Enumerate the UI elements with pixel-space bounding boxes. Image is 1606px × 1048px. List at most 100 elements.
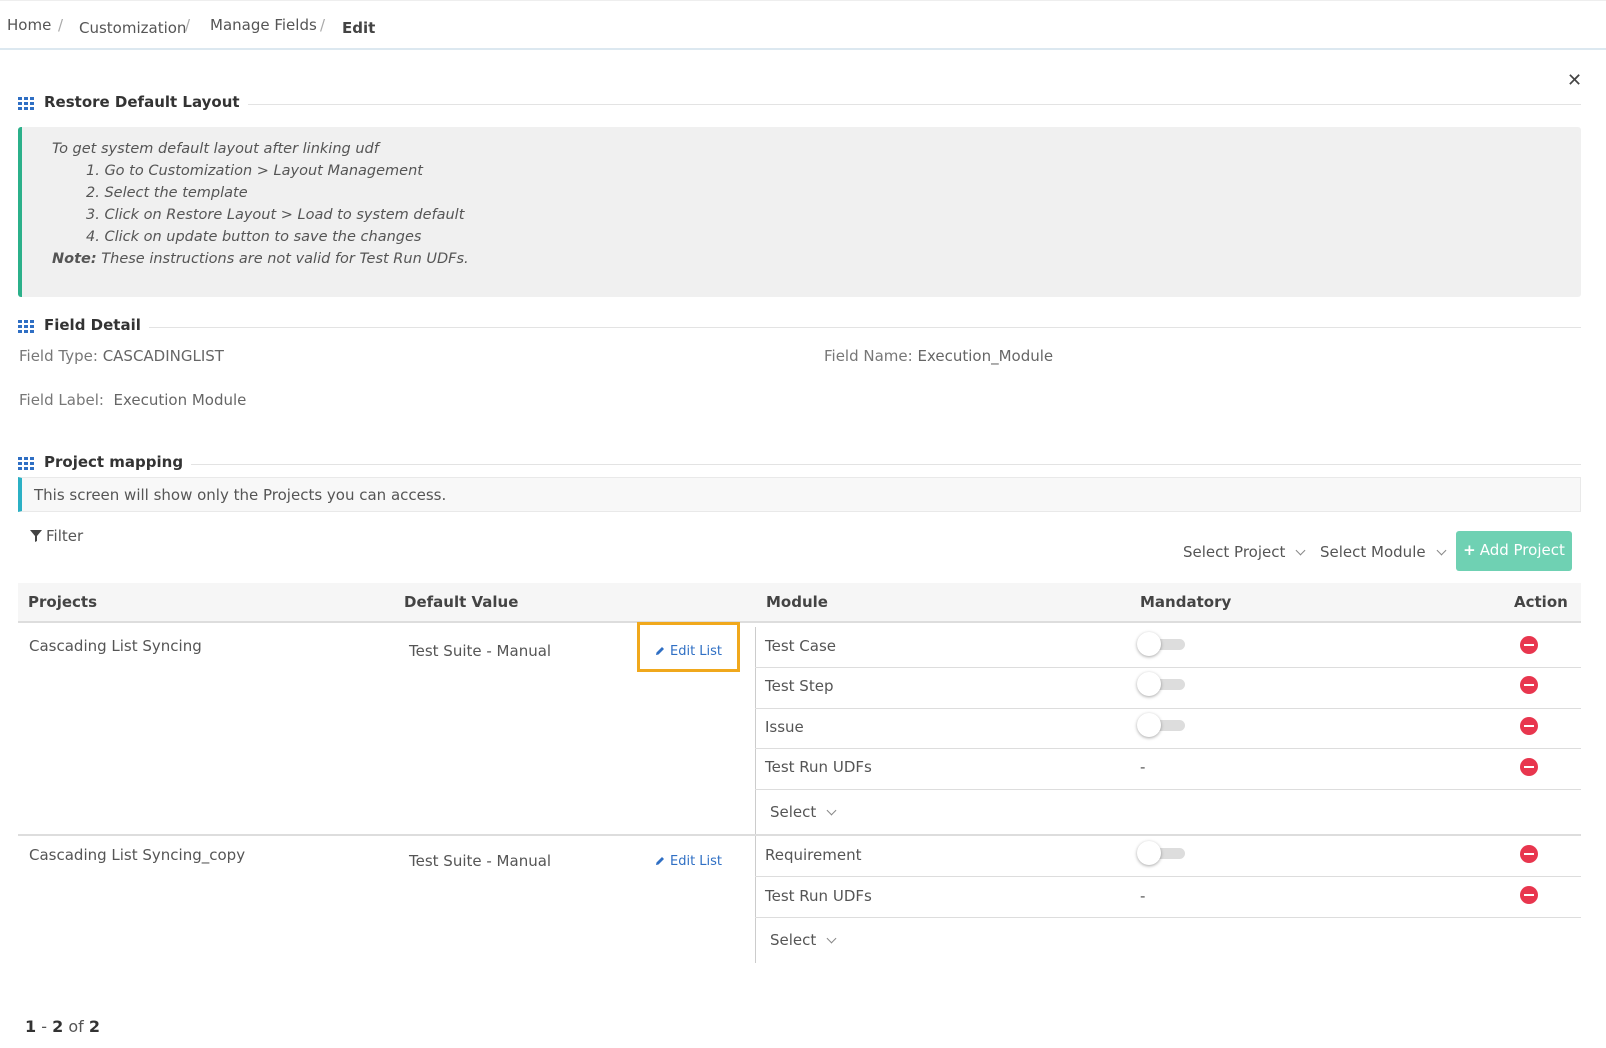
edit-list-label: Edit List <box>670 854 723 869</box>
section-divider <box>44 327 1581 328</box>
chevron-down-icon <box>1295 545 1306 556</box>
row-divider <box>755 667 1581 668</box>
grid-icon <box>18 97 34 110</box>
table-header: Projects Default Value Module Mandatory … <box>18 583 1581 623</box>
toggle-knob <box>1137 841 1161 865</box>
edit-list-link[interactable]: Edit List <box>655 854 722 869</box>
chevron-down-icon <box>826 933 837 944</box>
toggle-knob <box>1137 632 1161 656</box>
default-value: Test Suite - Manual <box>409 642 552 660</box>
breadcrumb-home[interactable]: Home <box>7 16 51 34</box>
remove-module-icon[interactable] <box>1520 886 1538 904</box>
select-label: Select <box>770 931 817 949</box>
module-name: Test Run UDFs <box>765 887 872 905</box>
breadcrumb-separator: / <box>58 16 64 34</box>
pagination-summary: 1 - 2 of 2 <box>25 1017 100 1036</box>
breadcrumb-customization[interactable]: Customization <box>79 19 186 37</box>
add-project-button[interactable]: + Add Project <box>1456 531 1572 571</box>
select-project-label: Select Project <box>1183 543 1286 561</box>
chevron-down-icon <box>1436 545 1447 556</box>
remove-module-icon[interactable] <box>1520 636 1538 654</box>
field-type-value: CASCADINGLIST <box>102 347 224 365</box>
remove-module-icon[interactable] <box>1520 758 1538 776</box>
mandatory-toggle[interactable] <box>1137 672 1189 696</box>
column-header-projects: Projects <box>28 593 98 611</box>
note-text: These instructions are not valid for Tes… <box>101 251 469 267</box>
plus-icon: + <box>1463 541 1476 559</box>
column-header-module: Module <box>766 593 828 611</box>
remove-module-icon[interactable] <box>1520 845 1538 863</box>
row-divider <box>755 789 1581 790</box>
cell-divider <box>755 836 756 963</box>
project-name: Cascading List Syncing_copy <box>29 846 246 864</box>
page-total: 2 <box>88 1017 100 1036</box>
instruction-step: 2. Select the template <box>86 185 248 201</box>
cell-divider <box>755 627 756 834</box>
restore-layout-header: Restore Default Layout <box>18 93 1581 115</box>
filter-label: Filter <box>46 527 84 545</box>
field-name-label: Field Name: <box>824 347 913 365</box>
section-title: Restore Default Layout <box>44 93 248 111</box>
project-name: Cascading List Syncing <box>29 637 202 655</box>
page-start: 1 <box>25 1017 37 1036</box>
mandatory-value: - <box>1140 758 1146 776</box>
page-end: 2 <box>52 1017 64 1036</box>
module-select-dropdown[interactable]: Select <box>770 931 837 949</box>
add-project-label: Add Project <box>1479 541 1565 559</box>
module-name: Test Step <box>765 677 834 695</box>
field-label: Field Label: Execution Module <box>19 391 246 409</box>
section-divider <box>44 464 1581 465</box>
filter-icon <box>30 530 42 542</box>
toggle-knob <box>1137 713 1161 737</box>
field-name: Field Name: Execution_Module <box>824 347 1053 365</box>
column-header-action: Action <box>1514 593 1568 611</box>
breadcrumb-edit: Edit <box>342 19 376 37</box>
row-divider <box>755 708 1581 709</box>
instruction-intro: To get system default layout after linki… <box>52 141 379 157</box>
field-name-value: Execution_Module <box>917 347 1054 365</box>
module-select-dropdown[interactable]: Select <box>770 803 837 821</box>
close-icon[interactable]: ✕ <box>1567 70 1582 91</box>
select-module-label: Select Module <box>1320 543 1426 561</box>
toggle-knob <box>1137 672 1161 696</box>
remove-module-icon[interactable] <box>1520 676 1538 694</box>
access-info-bar: This screen will show only the Projects … <box>18 477 1581 512</box>
select-label: Select <box>770 803 817 821</box>
grid-icon <box>18 320 34 333</box>
page-of-label: of <box>68 1017 84 1036</box>
select-module-dropdown[interactable]: Select Module <box>1320 543 1447 561</box>
field-label-label: Field Label: <box>19 391 104 409</box>
column-header-mandatory: Mandatory <box>1140 593 1232 611</box>
row-divider <box>755 748 1581 749</box>
field-type: Field Type: CASCADINGLIST <box>19 347 224 365</box>
default-value: Test Suite - Manual <box>409 852 552 870</box>
section-divider <box>44 104 1581 105</box>
breadcrumb: Home / Customization / Manage Fields / E… <box>0 0 1606 50</box>
instruction-step: 4. Click on update button to save the ch… <box>86 229 422 245</box>
instruction-note: Note: These instructions are not valid f… <box>52 251 469 267</box>
filter-button[interactable]: Filter <box>30 527 83 545</box>
field-detail-header: Field Detail <box>18 316 1581 338</box>
select-project-dropdown[interactable]: Select Project <box>1183 543 1306 561</box>
mandatory-toggle[interactable] <box>1137 632 1189 656</box>
mandatory-toggle[interactable] <box>1137 713 1189 737</box>
module-name: Issue <box>765 718 804 736</box>
column-header-default-value: Default Value <box>404 593 519 611</box>
field-label-value: Execution Module <box>113 391 247 409</box>
module-name: Test Run UDFs <box>765 758 872 776</box>
instruction-step: 3. Click on Restore Layout > Load to sys… <box>86 207 465 223</box>
grid-icon <box>18 457 34 470</box>
mandatory-toggle[interactable] <box>1137 841 1189 865</box>
note-label: Note: <box>52 251 97 267</box>
chevron-down-icon <box>826 805 837 816</box>
instruction-step: 1. Go to Customization > Layout Manageme… <box>86 163 423 179</box>
row-divider <box>755 876 1581 877</box>
section-title: Project mapping <box>44 453 192 471</box>
section-title: Field Detail <box>44 316 149 334</box>
field-type-label: Field Type: <box>19 347 98 365</box>
row-divider <box>755 917 1581 918</box>
edit-list-highlight <box>637 622 740 672</box>
project-mapping-header: Project mapping <box>18 453 1581 475</box>
breadcrumb-manage-fields[interactable]: Manage Fields <box>210 16 317 34</box>
remove-module-icon[interactable] <box>1520 717 1538 735</box>
